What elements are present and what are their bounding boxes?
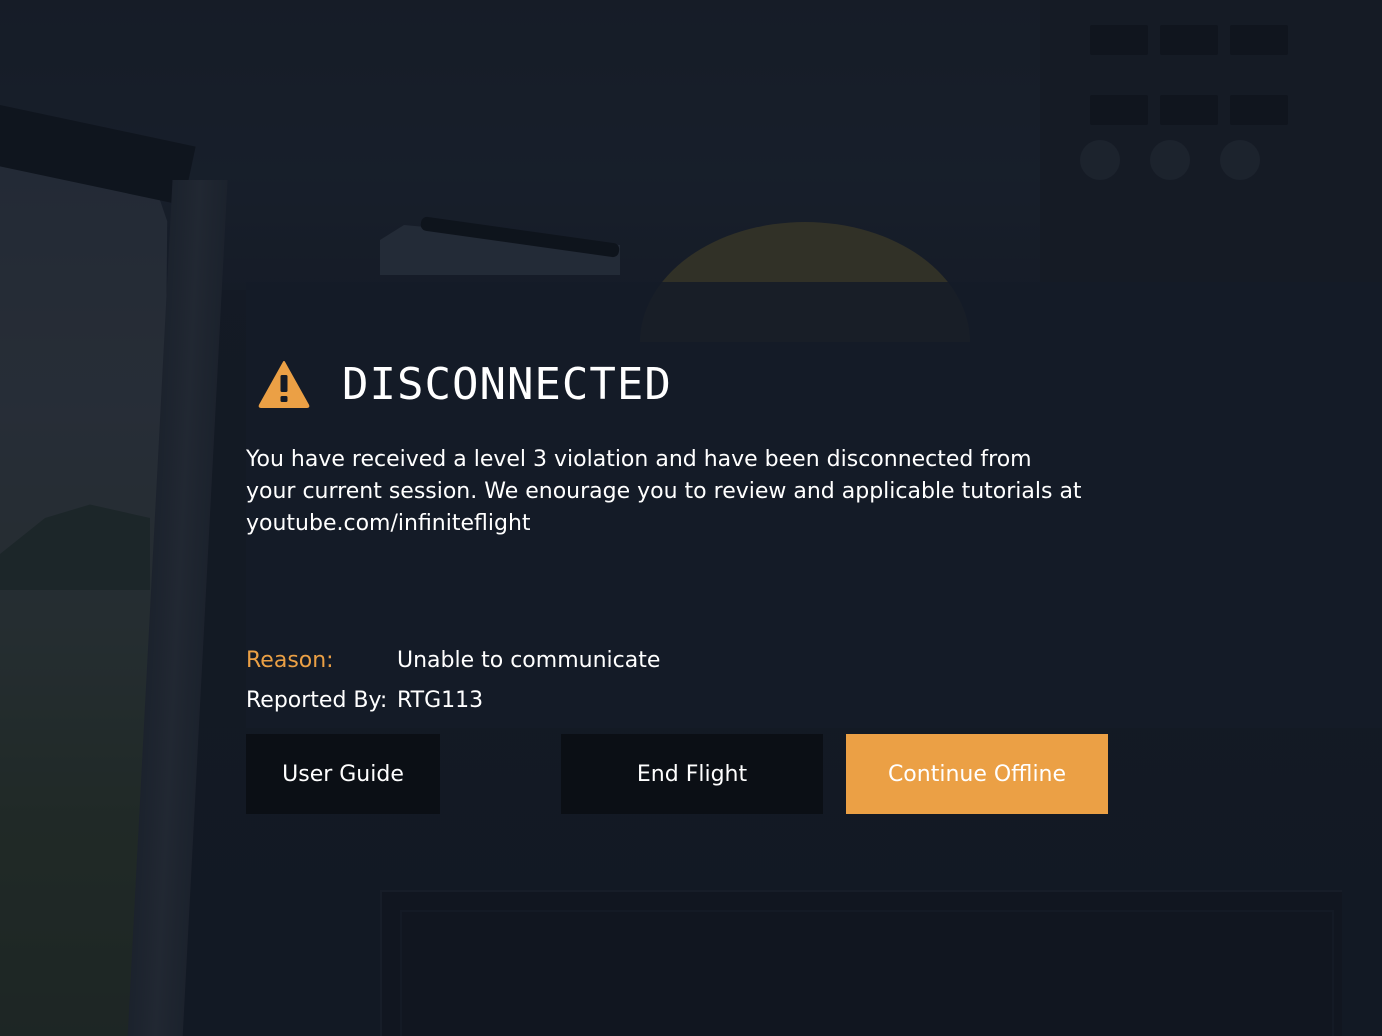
end-flight-button[interactable]: End Flight: [561, 734, 823, 814]
reason-label: Reason:: [246, 648, 334, 673]
reported-by-row: Reported By: RTG113: [246, 686, 483, 716]
dialog-header: DISCONNECTED: [258, 356, 672, 412]
reason-row: Reason: Unable to communicate: [246, 646, 660, 676]
disconnected-screen: DISCONNECTED You have received a level 3…: [0, 0, 1382, 1036]
reason-value: Unable to communicate: [397, 648, 661, 673]
dialog-message: You have received a level 3 violation an…: [246, 447, 1082, 536]
reported-by-value: RTG113: [397, 688, 484, 713]
continue-offline-button[interactable]: Continue Offline: [846, 734, 1108, 814]
warning-icon: [258, 361, 310, 408]
user-guide-button[interactable]: User Guide: [246, 734, 440, 814]
dialog-title: DISCONNECTED: [342, 358, 672, 410]
reported-by-label: Reported By:: [246, 688, 388, 713]
